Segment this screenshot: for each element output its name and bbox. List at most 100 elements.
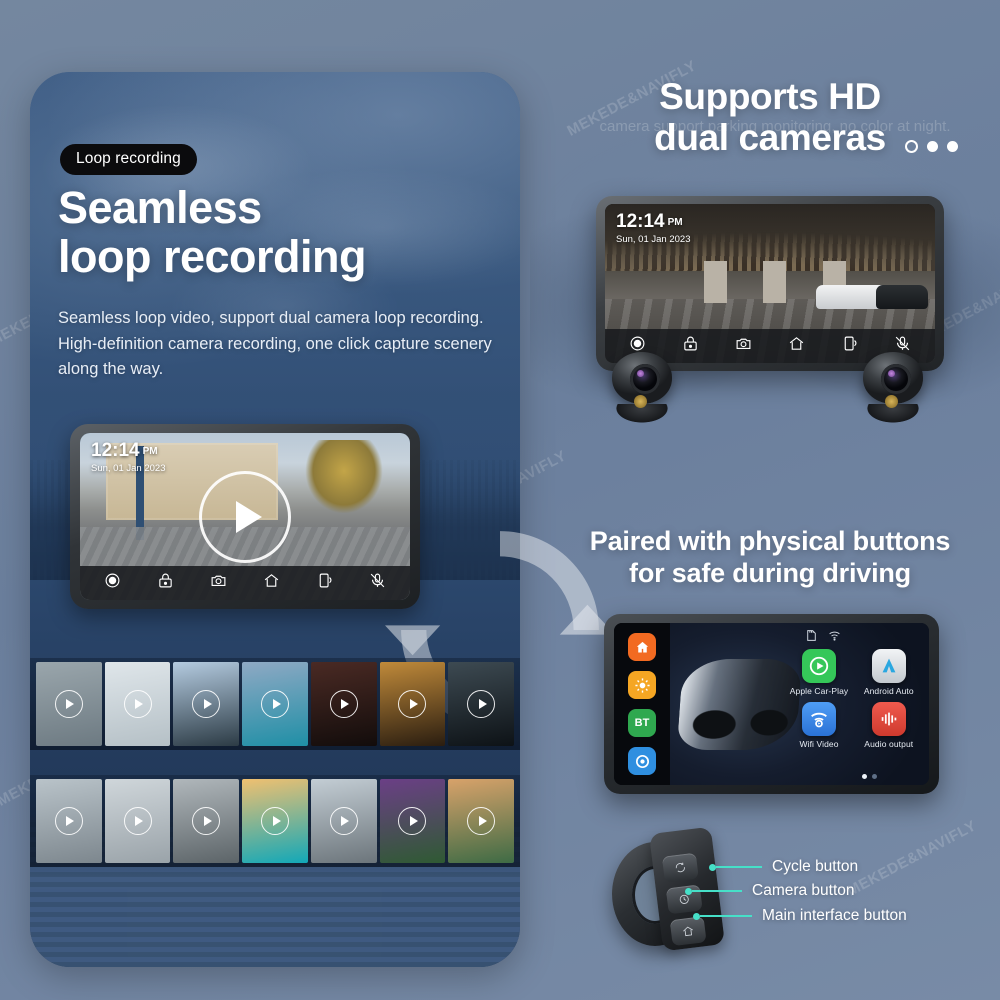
audio-output-icon[interactable] [871, 701, 906, 736]
dashcam-toolbar[interactable] [80, 566, 410, 600]
carplay-sidebar[interactable]: BT [614, 623, 670, 785]
rear-camera [855, 352, 931, 426]
play-icon[interactable] [261, 807, 290, 835]
bluetooth-icon[interactable]: BT [628, 709, 656, 737]
app-label: Android Auto [863, 685, 914, 696]
dashcam-device-dual: 12:14 PM Sun, 01 Jan 2023 [596, 196, 944, 371]
callout-label: Camera button [752, 882, 855, 899]
page-description: Seamless loop video, support dual camera… [58, 309, 492, 379]
video-thumbnail[interactable] [173, 662, 240, 746]
video-thumbnail[interactable] [310, 662, 377, 746]
headline-line-1: Seamless [58, 182, 262, 233]
mic-off-icon[interactable] [369, 572, 386, 594]
play-icon[interactable] [467, 807, 496, 835]
play-button[interactable] [199, 470, 291, 563]
app-android-auto[interactable]: Android Auto [859, 648, 919, 696]
screen-meridiem: PM [142, 446, 158, 457]
screen-date: Sun, 01 Jan 2023 [91, 463, 166, 474]
phone-icon[interactable] [316, 572, 333, 594]
dashcam-screen: 12:14 PM Sun, 01 Jan 2023 [80, 433, 410, 600]
cycle-button[interactable] [661, 852, 699, 883]
video-thumbnail[interactable] [36, 779, 102, 863]
home-icon[interactable] [263, 572, 280, 594]
video-thumbnail[interactable] [448, 662, 515, 746]
play-icon[interactable] [123, 807, 152, 835]
play-icon[interactable] [329, 690, 358, 718]
play-icon[interactable] [467, 690, 496, 718]
tree-decor [301, 439, 387, 544]
video-thumbnail[interactable] [104, 779, 171, 863]
callout-camera: Camera button [685, 882, 855, 900]
page-dot-1[interactable] [862, 774, 868, 779]
video-thumbnail[interactable] [242, 779, 308, 863]
hd-title-line-1: Supports HD [659, 76, 881, 117]
app-label: Wifi Video [799, 738, 839, 749]
wifi-video-icon[interactable] [802, 701, 837, 736]
video-thumbnail[interactable] [379, 662, 446, 746]
app-audio-output[interactable]: Audio output [859, 701, 919, 749]
camera-icon[interactable] [210, 572, 227, 594]
android-auto-icon[interactable] [871, 648, 906, 683]
callout-dot [709, 863, 716, 871]
screen-date: Sun, 01 Jan 2023 [616, 234, 691, 245]
poster-root: MEKEDE&NAVIFLY MEKEDE&NAVIFLY MEKEDE&NAV… [0, 0, 1000, 1000]
app-grid[interactable]: Apple Car-Play Android Auto Wifi Video A… [789, 648, 919, 749]
carplay-icon[interactable] [802, 648, 837, 683]
callout-dot [685, 887, 692, 895]
video-thumbnail[interactable] [36, 662, 102, 746]
brightness-icon[interactable] [628, 671, 656, 699]
play-icon[interactable] [54, 807, 83, 835]
carplay-home: Apple Car-Play Android Auto Wifi Video A… [670, 623, 929, 785]
home-icon[interactable] [628, 633, 656, 661]
filmstrip-top[interactable] [30, 658, 520, 750]
physical-buttons-title: Paired with physical buttons for safe du… [540, 526, 1000, 590]
lock-icon[interactable] [682, 335, 699, 357]
sd-card-icon [805, 629, 818, 647]
video-thumbnail[interactable] [104, 662, 171, 746]
app-wifi-video[interactable]: Wifi Video [789, 701, 849, 749]
play-icon[interactable] [261, 690, 290, 718]
hd-cameras-title: Supports HD dual cameras [540, 76, 1000, 159]
carplay-device: BT Apple Car-Play Android Auto Wifi Vide… [604, 614, 939, 794]
video-thumbnail[interactable] [173, 779, 240, 863]
callout-cycle: Cycle button [709, 858, 858, 876]
watermark: MEKEDE&NAVIFLY [844, 817, 980, 900]
filmstrip-bottom[interactable] [30, 775, 520, 867]
screen-meridiem: PM [667, 217, 683, 228]
play-icon[interactable] [398, 690, 427, 718]
app-apple-carplay[interactable]: Apple Car-Play [789, 648, 849, 696]
video-thumbnail[interactable] [242, 662, 308, 746]
callout-line [716, 866, 762, 868]
video-thumbnail[interactable] [379, 779, 446, 863]
callout-line [700, 915, 752, 917]
screen-time-value: 12:14 [91, 440, 140, 461]
play-icon[interactable] [192, 690, 221, 718]
buttons-title-line-2: for safe during driving [629, 557, 911, 588]
play-icon[interactable] [398, 807, 427, 835]
motorcycle-wallpaper [677, 658, 803, 750]
video-thumbnail[interactable] [310, 779, 377, 863]
record-icon[interactable] [104, 572, 121, 594]
settings-icon[interactable] [628, 747, 656, 775]
carplay-page-dots[interactable] [862, 774, 878, 779]
status-icons [805, 629, 841, 647]
black-car [875, 285, 929, 309]
lock-icon[interactable] [157, 572, 174, 594]
video-thumbnail[interactable] [448, 779, 515, 863]
home-icon[interactable] [788, 335, 805, 357]
garage-pillar [704, 261, 728, 303]
play-icon[interactable] [123, 690, 152, 718]
camera-icon[interactable] [735, 335, 752, 357]
play-icon[interactable] [54, 690, 83, 718]
screen-clock: 12:14 PM [616, 212, 683, 231]
callout-label: Main interface button [762, 907, 907, 924]
app-label: Apple Car-Play [789, 685, 849, 696]
screen-clock: 12:14 PM [91, 441, 158, 460]
carplay-screen: BT Apple Car-Play Android Auto Wifi Vide… [614, 623, 929, 785]
callout-label: Cycle button [772, 858, 859, 875]
page-title: Seamless loop recording [58, 182, 458, 281]
dual-cam-screen: 12:14 PM Sun, 01 Jan 2023 [605, 204, 935, 363]
page-dot-2[interactable] [872, 774, 878, 779]
play-icon[interactable] [192, 807, 221, 835]
play-icon[interactable] [329, 807, 358, 835]
